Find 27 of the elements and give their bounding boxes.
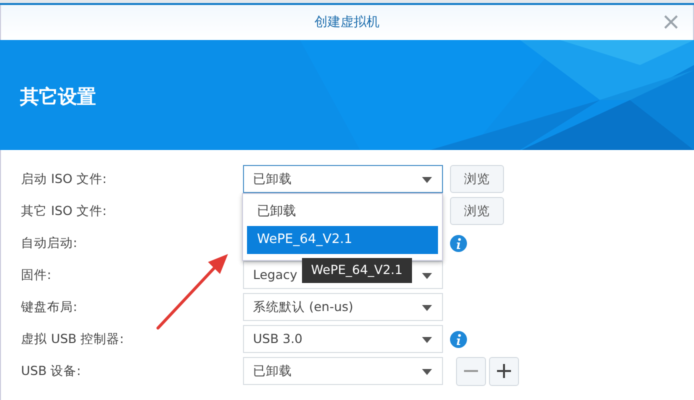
section-title: 其它设置 bbox=[19, 85, 96, 110]
field-label: 自动启动: bbox=[21, 234, 78, 252]
minus-icon bbox=[464, 370, 478, 372]
caret-icon bbox=[422, 337, 432, 343]
field-label: 其它 ISO 文件: bbox=[21, 202, 108, 220]
browse-button[interactable]: 浏览 bbox=[450, 165, 504, 193]
caret-icon bbox=[422, 273, 432, 279]
close-icon[interactable] bbox=[663, 14, 679, 30]
select-field[interactable]: USB 3.0 bbox=[243, 325, 443, 353]
field-label: 启动 ISO 文件: bbox=[21, 170, 108, 188]
select-field[interactable]: 系统默认 (en-us) bbox=[243, 293, 443, 321]
field-label: 固件: bbox=[21, 266, 52, 284]
caret-icon bbox=[422, 369, 432, 375]
dropdown-option[interactable]: 已卸载 bbox=[247, 198, 438, 226]
caret-icon bbox=[422, 305, 432, 311]
caret-icon bbox=[422, 177, 432, 183]
tooltip: WePE_64_V2.1 bbox=[302, 258, 412, 283]
select-field[interactable]: 已卸载 bbox=[243, 357, 443, 385]
field-label: 虚拟 USB 控制器: bbox=[21, 330, 125, 348]
field-label: USB 设备: bbox=[21, 362, 82, 380]
plus-icon bbox=[497, 364, 512, 378]
select-field[interactable]: 已卸载 bbox=[243, 165, 443, 193]
plus-button[interactable] bbox=[489, 356, 520, 386]
browse-button[interactable]: 浏览 bbox=[450, 197, 504, 225]
dropdown-option[interactable]: WePE_64_V2.1 bbox=[247, 226, 438, 254]
field-label: 键盘布局: bbox=[21, 298, 78, 316]
window-title: 创建虚拟机 bbox=[314, 14, 380, 32]
